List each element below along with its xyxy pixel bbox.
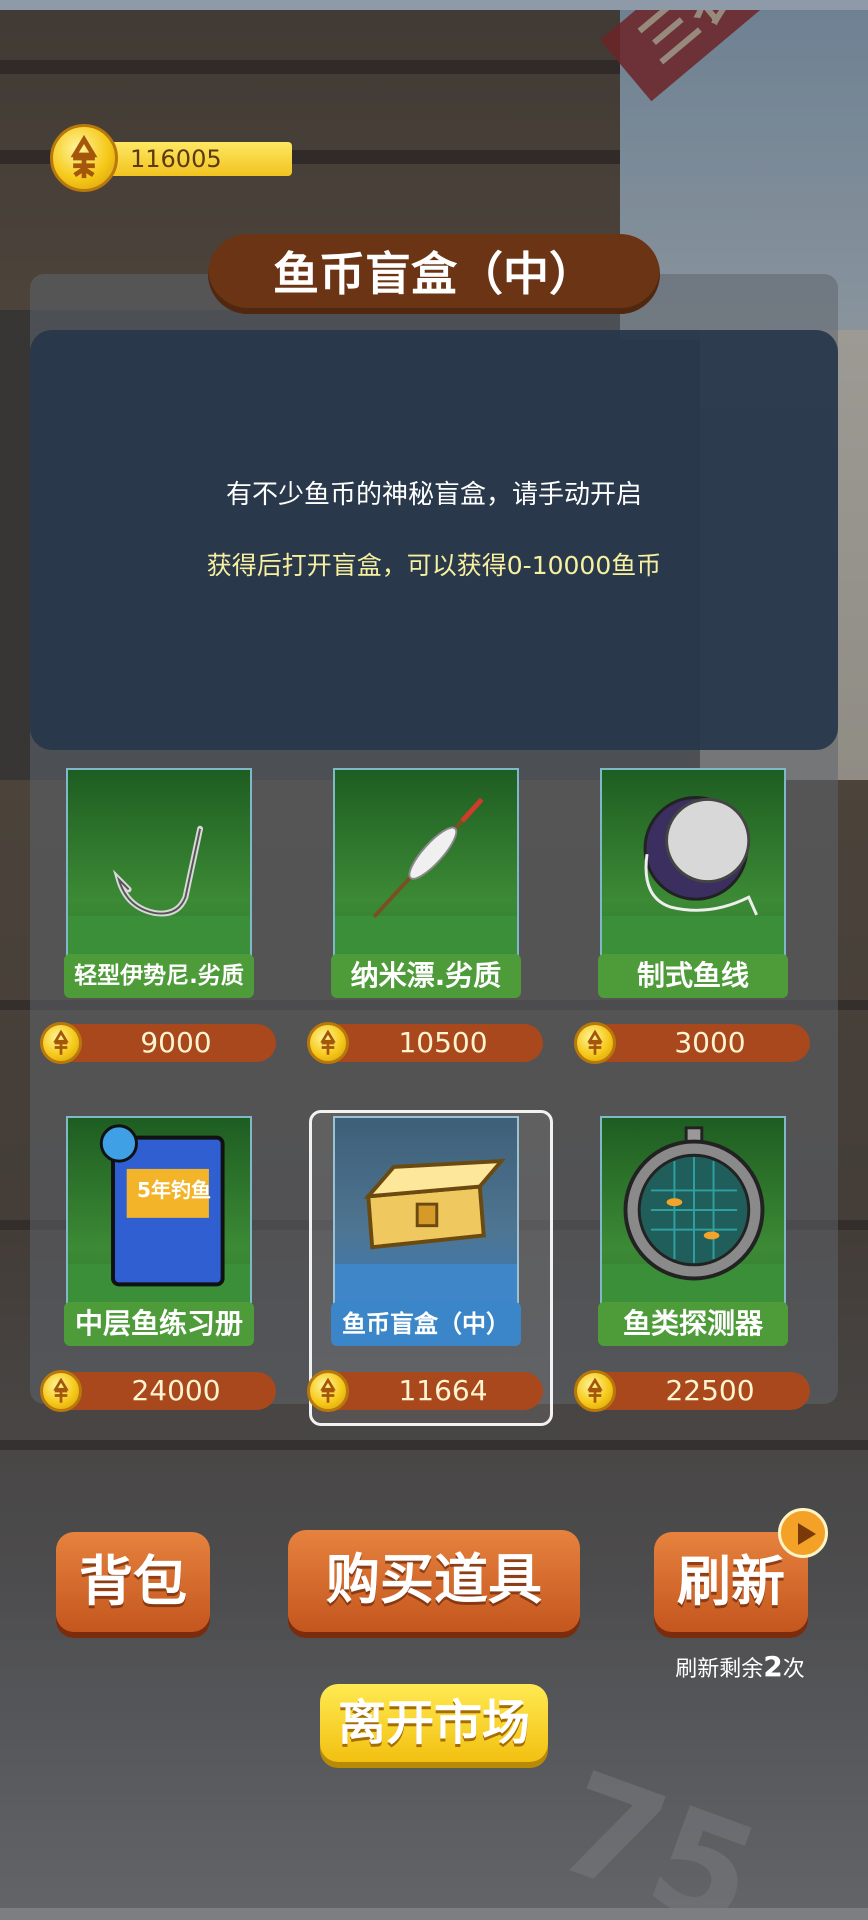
- item-name: 鱼币盲盒（中）: [331, 1302, 521, 1346]
- item-price-value: 22500: [665, 1374, 755, 1407]
- item-name: 纳米漂.劣质: [331, 954, 521, 998]
- item-card[interactable]: [333, 768, 519, 958]
- status-strip: [0, 0, 868, 10]
- item-card[interactable]: 5年钓鱼: [66, 1116, 252, 1306]
- item-price: 10500: [307, 1022, 543, 1064]
- item-name: 鱼类探测器: [598, 1302, 788, 1346]
- fish-coin-icon: [574, 1022, 616, 1064]
- treasure-chest-icon: [363, 1158, 506, 1250]
- fish-coin-icon: [40, 1370, 82, 1412]
- fish-hook-icon: [112, 825, 204, 917]
- fish-coin-icon: [50, 124, 118, 192]
- fish-coin-icon: [40, 1022, 82, 1064]
- fish-coin-icon: [574, 1370, 616, 1412]
- backpack-button[interactable]: 背包: [56, 1532, 210, 1632]
- fish-finder-icon: [623, 1126, 765, 1281]
- video-ad-play-icon[interactable]: [778, 1508, 828, 1558]
- leave-market-button[interactable]: 离开市场: [320, 1684, 548, 1762]
- item-price-value: 9000: [140, 1026, 212, 1059]
- description-line-2: 获得后打开盲盒，可以获得0-10000鱼币: [206, 551, 662, 580]
- item-name: 轻型伊势尼.劣质: [64, 954, 254, 998]
- item-name: 中层鱼练习册: [64, 1302, 254, 1346]
- refresh-remaining-count: 2: [763, 1650, 783, 1683]
- buy-item-button[interactable]: 购买道具: [288, 1530, 580, 1632]
- coin-balance-value: 116005: [130, 145, 222, 173]
- refresh-remaining: 刷新剩余2次: [640, 1650, 840, 1683]
- refresh-remaining-suffix: 次: [782, 1657, 805, 1682]
- fishing-float-icon: [372, 797, 484, 919]
- item-card[interactable]: [333, 1116, 519, 1306]
- refresh-remaining-prefix: 刷新剩余: [675, 1657, 764, 1682]
- item-price-value: 11664: [398, 1374, 488, 1407]
- shop-item-blind-box[interactable]: 鱼币盲盒（中） 11664: [303, 1116, 543, 1416]
- item-price-value: 3000: [674, 1026, 746, 1059]
- item-title: 鱼币盲盒（中）: [208, 234, 660, 314]
- shop-item-float[interactable]: 纳米漂.劣质 10500: [303, 768, 543, 1068]
- shop-item-line[interactable]: 制式鱼线 3000: [570, 768, 810, 1068]
- practice-book-icon: [99, 1124, 225, 1287]
- item-price: 3000: [574, 1022, 810, 1064]
- item-card[interactable]: [600, 768, 786, 958]
- item-price-value: 10500: [398, 1026, 488, 1059]
- item-price-value: 24000: [131, 1374, 221, 1407]
- description-line-1: 有不少鱼币的神秘盲盒，请手动开启: [225, 480, 642, 510]
- item-name: 制式鱼线: [598, 954, 788, 998]
- item-card[interactable]: [66, 768, 252, 958]
- item-card[interactable]: [600, 1116, 786, 1306]
- item-price: 22500: [574, 1370, 810, 1412]
- item-price: 24000: [40, 1370, 276, 1412]
- item-price: 9000: [40, 1022, 276, 1064]
- bottom-strip: [0, 1908, 868, 1920]
- fishing-line-spool-icon: [643, 795, 758, 916]
- shop-item-fish-finder[interactable]: 鱼类探测器 22500: [570, 1116, 810, 1416]
- description-panel: [30, 330, 838, 750]
- item-price: 11664: [307, 1370, 543, 1412]
- fish-coin-icon: [307, 1370, 349, 1412]
- coin-balance: 116005: [50, 124, 292, 192]
- fish-coin-icon: [307, 1022, 349, 1064]
- book-cover-text: 5年钓鱼: [137, 1178, 211, 1202]
- shop-item-hook[interactable]: 轻型伊势尼.劣质 9000: [36, 768, 276, 1068]
- shop-item-book[interactable]: 5年钓鱼 中层鱼练习册 24000: [36, 1116, 276, 1416]
